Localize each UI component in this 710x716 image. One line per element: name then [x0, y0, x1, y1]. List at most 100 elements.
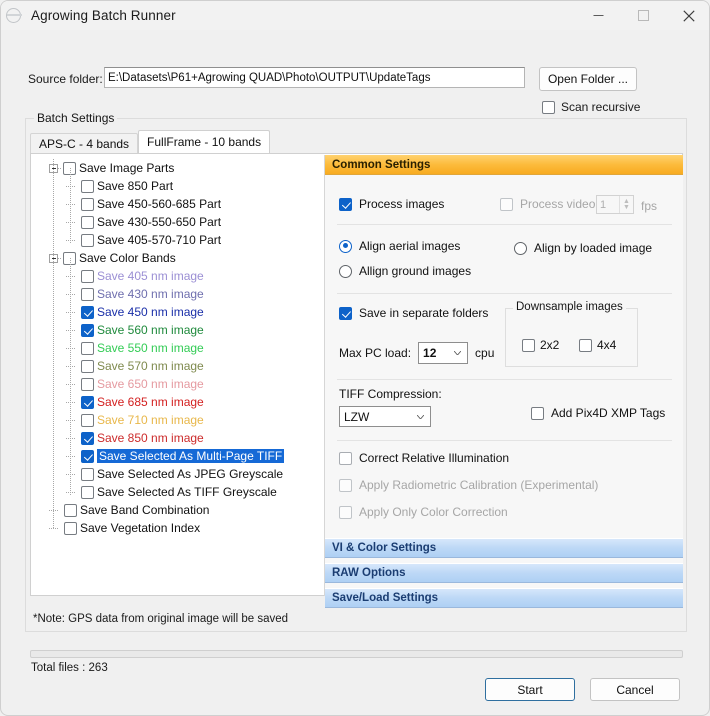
- fps-unit-label: fps: [641, 199, 658, 213]
- tree-item[interactable]: Save 450 nm image: [32, 303, 323, 321]
- align-aerial-radio-dot[interactable]: [339, 239, 352, 253]
- tree-item[interactable]: Save 405-570-710 Part: [32, 231, 323, 249]
- process-images-box[interactable]: [339, 197, 352, 211]
- tab-apsc-4-bands[interactable]: APS-C - 4 bands: [30, 133, 139, 153]
- save-separate-folders-checkbox[interactable]: Save in separate folders: [339, 306, 488, 320]
- tree-item-checkbox[interactable]: [81, 467, 94, 481]
- correct-illumination-box[interactable]: [339, 451, 352, 465]
- total-files-label: Total files : 263: [31, 662, 108, 674]
- tree-item-label: Save 650 nm image: [97, 377, 204, 391]
- tiff-compression-select[interactable]: LZW: [339, 406, 431, 427]
- correct-illumination-checkbox[interactable]: Correct Relative Illumination: [339, 451, 509, 465]
- max-pc-load-row: Max PC load: 12 cpu: [339, 342, 494, 364]
- process-images-checkbox[interactable]: Process images: [339, 197, 444, 211]
- tree-item-checkbox[interactable]: [81, 431, 94, 445]
- add-pix4d-xmp-label: Add Pix4D XMP Tags: [551, 406, 666, 420]
- tree-item[interactable]: Save 570 nm image: [32, 357, 323, 375]
- tree-item-checkbox[interactable]: [81, 215, 94, 229]
- downsample-group-label: Downsample images: [513, 301, 626, 313]
- section-raw-options[interactable]: RAW Options: [325, 563, 683, 583]
- align-aerial-radio[interactable]: Align aerial images: [339, 239, 460, 253]
- downsample-4x4-checkbox[interactable]: 4x4: [579, 338, 616, 352]
- tree-item[interactable]: Save 550 nm image: [32, 339, 323, 357]
- tree-item[interactable]: Save 405 nm image: [32, 267, 323, 285]
- tree-guide-line: [70, 168, 71, 244]
- tree-item-checkbox[interactable]: [81, 395, 94, 409]
- scan-recursive-box[interactable]: [542, 100, 555, 114]
- add-pix4d-xmp-checkbox[interactable]: Add Pix4D XMP Tags: [531, 406, 665, 420]
- tree-item-checkbox[interactable]: [81, 179, 94, 193]
- downsample-2x2-checkbox[interactable]: 2x2: [522, 338, 559, 352]
- tree-item-label: Save 550 nm image: [97, 341, 204, 355]
- tree-item[interactable]: Save Band Combination: [32, 501, 323, 519]
- tree-item[interactable]: Save 650 nm image: [32, 375, 323, 393]
- tree-item-checkbox[interactable]: [81, 197, 94, 211]
- align-ground-radio-dot[interactable]: [339, 264, 352, 278]
- section-vi-color-settings[interactable]: VI & Color Settings: [325, 538, 683, 558]
- maximize-icon[interactable]: [621, 1, 666, 30]
- tree-item-checkbox[interactable]: [81, 287, 94, 301]
- max-pc-load-select[interactable]: 12: [418, 342, 469, 364]
- tree-item[interactable]: Save 850 nm image: [32, 429, 323, 447]
- tree-item[interactable]: Save 450-560-685 Part: [32, 195, 323, 213]
- align-loaded-radio-dot[interactable]: [514, 241, 527, 255]
- max-pc-load-label: Max PC load:: [339, 346, 412, 360]
- tree-item[interactable]: Save 430-550-650 Part: [32, 213, 323, 231]
- color-correction-checkbox: Apply Only Color Correction: [339, 505, 508, 519]
- tree-item-label: Save 405-570-710 Part: [97, 233, 222, 247]
- open-folder-button[interactable]: Open Folder ...: [539, 67, 637, 91]
- tree-item-checkbox[interactable]: [81, 269, 94, 283]
- downsample-4x4-label: 4x4: [597, 338, 617, 352]
- tree-item-checkbox[interactable]: [81, 449, 94, 463]
- batch-settings-group: Batch Settings APS-C - 4 bands FullFrame…: [25, 111, 687, 632]
- tree-item-checkbox[interactable]: [81, 485, 94, 499]
- tree-item-checkbox[interactable]: [81, 305, 94, 319]
- tree-item[interactable]: Save Selected As JPEG Greyscale: [32, 465, 323, 483]
- save-separate-folders-box[interactable]: [339, 306, 352, 320]
- tree-item[interactable]: Save 710 nm image: [32, 411, 323, 429]
- tree-item-checkbox[interactable]: [81, 413, 94, 427]
- tree-item[interactable]: Save Selected As TIFF Greyscale: [32, 483, 323, 501]
- title-bar: Agrowing Batch Runner: [1, 1, 709, 30]
- align-ground-radio[interactable]: Allign ground images: [339, 264, 471, 278]
- section-save-load-settings[interactable]: Save/Load Settings: [325, 588, 683, 608]
- tree-item[interactable]: Save Vegetation Index: [32, 519, 323, 537]
- tree-item[interactable]: Save Color Bands: [32, 249, 323, 267]
- tree-item-checkbox[interactable]: [81, 341, 94, 355]
- align-loaded-label: Align by loaded image: [534, 241, 653, 255]
- minimize-icon[interactable]: [576, 1, 621, 30]
- tree-item-checkbox[interactable]: [81, 377, 94, 391]
- cancel-button[interactable]: Cancel: [590, 678, 680, 701]
- tree-item[interactable]: Save 685 nm image: [32, 393, 323, 411]
- tree-item-checkbox[interactable]: [64, 503, 77, 517]
- tree-item-checkbox[interactable]: [64, 521, 77, 535]
- common-settings-header[interactable]: Common Settings: [325, 155, 683, 175]
- add-pix4d-xmp-box[interactable]: [531, 406, 544, 420]
- tree-item-label: Save 850 Part: [97, 179, 174, 193]
- source-folder-input[interactable]: [104, 67, 525, 88]
- tree-item-checkbox[interactable]: [81, 359, 94, 373]
- radiometric-calibration-box: [339, 478, 352, 492]
- save-options-tree[interactable]: Save Image Parts Save 850 Part Save 450-56…: [32, 155, 323, 595]
- tree-item[interactable]: Save 430 nm image: [32, 285, 323, 303]
- close-icon[interactable]: [666, 1, 709, 30]
- tree-item[interactable]: Save Image Parts: [32, 159, 323, 177]
- tree-item-label: Save Image Parts: [79, 161, 175, 175]
- scan-recursive-checkbox[interactable]: Scan recursive: [542, 100, 640, 114]
- align-loaded-radio[interactable]: Align by loaded image: [514, 241, 652, 255]
- start-button[interactable]: Start: [485, 678, 575, 701]
- downsample-2x2-box[interactable]: [522, 338, 535, 352]
- tree-item[interactable]: Save 850 Part: [32, 177, 323, 195]
- common-settings-body: Process images Process video 1 ▲ ▼ fps A…: [325, 175, 683, 538]
- tree-item-label: Save 560 nm image: [97, 323, 204, 337]
- process-video-box: [500, 197, 513, 211]
- cpu-unit-label: cpu: [475, 346, 495, 360]
- tree-item[interactable]: Save Selected As Multi-Page TIFF: [32, 447, 323, 465]
- tree-item-checkbox[interactable]: [81, 233, 94, 247]
- downsample-4x4-box[interactable]: [579, 338, 592, 352]
- tree-item-checkbox[interactable]: [81, 323, 94, 337]
- tab-fullframe-10-bands[interactable]: FullFrame - 10 bands: [138, 130, 271, 153]
- process-video-label: Process video: [520, 197, 596, 211]
- tree-item-label: Save Vegetation Index: [80, 521, 201, 535]
- tree-item[interactable]: Save 560 nm image: [32, 321, 323, 339]
